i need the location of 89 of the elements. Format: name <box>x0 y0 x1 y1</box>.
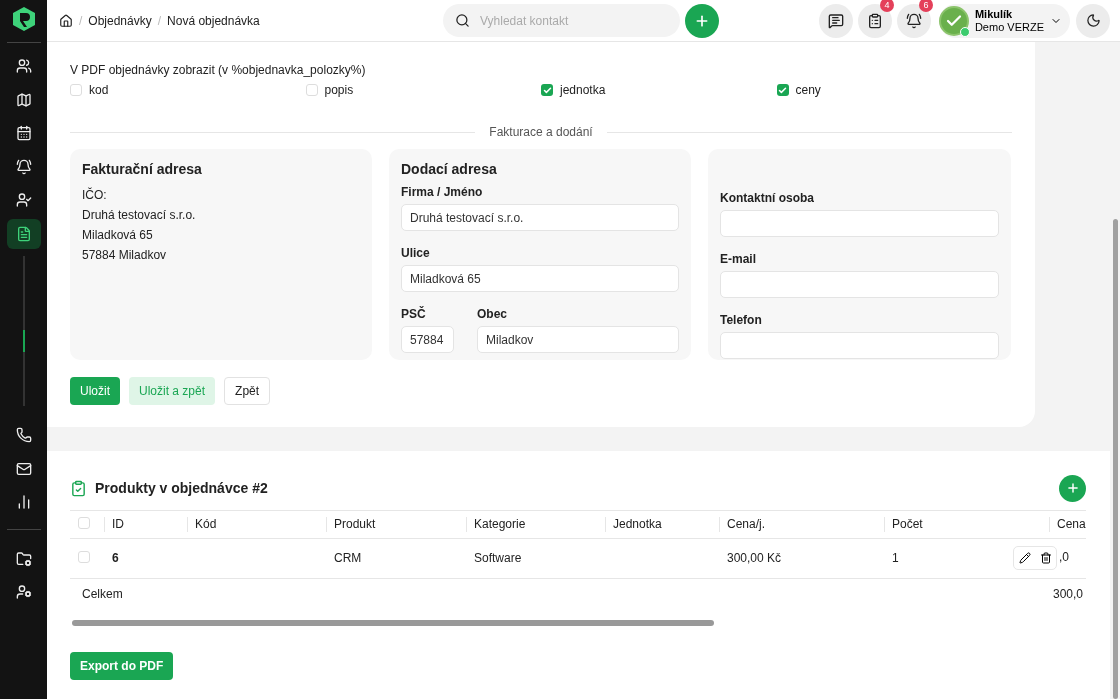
field-label: Ulice <box>401 246 431 260</box>
input-field[interactable]: Miladkov <box>477 326 679 353</box>
add-product-button[interactable] <box>1059 474 1086 502</box>
notification-badge: 4 <box>879 0 894 12</box>
checkbox-label: kod <box>89 83 109 97</box>
clipboard-button[interactable]: 4 <box>857 3 892 38</box>
breadcrumb-link[interactable]: Objednávky <box>88 13 152 28</box>
column-header: Počet <box>884 511 1049 538</box>
dark-mode-button[interactable] <box>1076 3 1110 38</box>
column-header: Cena <box>1049 511 1086 538</box>
breadcrumb-separator: / <box>157 13 162 28</box>
back-button[interactable]: Zpět <box>224 377 271 405</box>
bell-button[interactable]: 6 <box>896 3 931 38</box>
column-header: ID <box>104 511 187 538</box>
pdf-options-label: V PDF objednávky zobrazit (v %objednavka_polozky%) <box>70 63 367 77</box>
column-header: Produkt <box>326 511 466 538</box>
moon-icon <box>1085 13 1101 28</box>
users-icon <box>15 58 32 74</box>
address-line: IČO: <box>82 186 108 204</box>
checkbox-label: popis <box>324 83 354 97</box>
column-header: Jednotka <box>605 511 719 538</box>
table-cell: ,0 <box>1059 550 1069 565</box>
calendar-icon <box>15 125 32 141</box>
field-label: Telefon <box>720 313 763 327</box>
mail-icon <box>15 460 32 477</box>
user-name: Mikulík <box>974 7 1013 21</box>
address-line: Miladková 65 <box>82 227 154 244</box>
messages-icon <box>827 12 844 29</box>
checkbox[interactable] <box>305 84 318 96</box>
bell-icon <box>15 158 32 175</box>
field-label: Firma / Jméno <box>401 185 484 199</box>
panel-title: Fakturační adresa <box>82 161 203 177</box>
checkbox[interactable] <box>776 84 789 96</box>
document-icon <box>15 225 32 242</box>
breadcrumb-separator: / <box>79 13 83 28</box>
table-cell: 1 <box>892 551 899 565</box>
home-icon[interactable] <box>59 13 73 28</box>
panel-title: Dodací adresa <box>401 161 498 177</box>
input-field[interactable]: Miladková 65 <box>401 265 679 292</box>
column-header: Kategorie <box>466 511 605 538</box>
vertical-scrollbar[interactable] <box>1113 219 1118 699</box>
sidebar-item[interactable] <box>6 218 41 249</box>
total-label: Celkem <box>82 587 123 602</box>
user-menu[interactable]: Mikulík Demo VERZE <box>938 3 1070 38</box>
field-label: Obec <box>477 307 508 321</box>
phone-icon <box>15 427 32 443</box>
input-field[interactable] <box>720 210 999 237</box>
input-field[interactable]: 57884 <box>401 326 454 353</box>
messages-button[interactable] <box>818 3 853 38</box>
input-field[interactable] <box>720 271 999 298</box>
checkbox-label: jednotka <box>560 83 606 97</box>
address-line: 57884 Miladkov <box>82 247 168 264</box>
bell-icon <box>905 12 922 29</box>
map-icon <box>15 91 32 108</box>
clipboard-check-icon <box>70 479 87 497</box>
address-line: Druhá testovací s.r.o. <box>82 207 197 224</box>
folder-settings-icon <box>15 550 32 567</box>
table-cell: CRM <box>334 551 362 565</box>
breadcrumb-link[interactable]: Nová objednávka <box>167 13 260 28</box>
clipboard-icon <box>866 12 883 29</box>
row-checkbox[interactable] <box>78 550 90 563</box>
trash-icon <box>1039 552 1052 564</box>
user-settings-icon <box>15 584 32 600</box>
section-title: Produkty v objednávce #2 <box>95 480 269 496</box>
select-all-checkbox[interactable] <box>78 516 90 529</box>
user-subtitle: Demo VERZE <box>974 20 1044 34</box>
section-divider-label: Fakturace a dodání <box>489 125 593 139</box>
table-cell: 300,00 Kč <box>727 551 782 565</box>
input-field[interactable] <box>720 332 999 359</box>
checkbox[interactable] <box>70 84 82 96</box>
search-field[interactable]: Vyhledat kontakt <box>443 4 680 37</box>
input-field[interactable]: Druhá testovací s.r.o. <box>401 204 679 231</box>
column-header: Kód <box>187 511 326 538</box>
checkbox[interactable] <box>541 84 553 96</box>
column-header: Cena/j. <box>719 511 884 538</box>
plus-icon <box>1065 481 1080 495</box>
pencil-icon <box>1018 552 1031 564</box>
logo-icon <box>11 6 36 32</box>
horizontal-scrollbar[interactable] <box>72 620 714 626</box>
checkbox-label: ceny <box>795 83 821 97</box>
table-cell: 6 <box>112 551 119 565</box>
total-value: 300,0 <box>1053 587 1084 602</box>
field-label: E-mail <box>720 252 757 266</box>
field-label: PSČ <box>401 307 427 321</box>
add-button[interactable] <box>685 3 719 38</box>
table-cell: Software <box>474 551 522 565</box>
field-label: Kontaktní osoba <box>720 191 815 205</box>
user-check-icon <box>15 192 32 208</box>
notification-badge: 6 <box>918 0 933 12</box>
